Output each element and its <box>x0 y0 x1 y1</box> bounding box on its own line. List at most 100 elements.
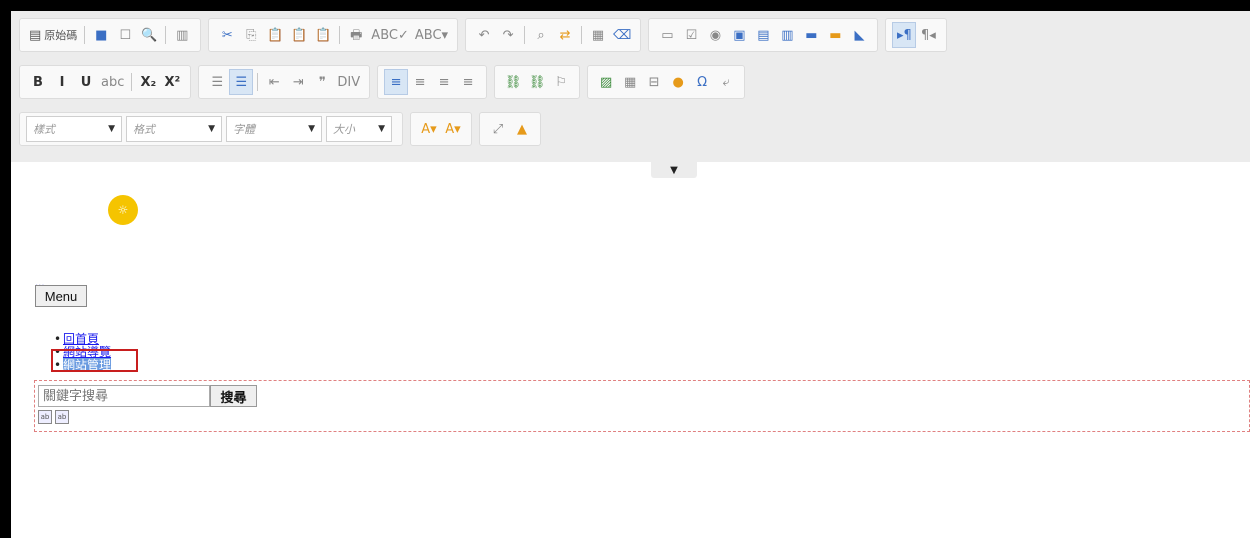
scayt-icon[interactable]: ABC▾ <box>412 22 451 48</box>
hidden-field-icon[interactable]: ◣ <box>847 22 871 48</box>
checkbox-icon[interactable]: ☑ <box>679 22 703 48</box>
text-color-icon[interactable]: A▾ <box>417 116 441 142</box>
styles-combo-label: 樣式 <box>33 123 55 136</box>
indent-icon[interactable]: ⇥ <box>286 69 310 95</box>
radio-icon[interactable]: ◉ <box>703 22 727 48</box>
strike-button[interactable]: abc <box>98 69 127 95</box>
link-icon[interactable]: ⛓ <box>501 69 525 95</box>
bold-button[interactable]: B <box>26 69 50 95</box>
toolbar-group: 樣式 ▼ 格式 ▼ 字體 ▼ 大小 ▼ <box>19 112 403 146</box>
rtl-icon[interactable]: ¶◂ <box>916 22 940 48</box>
outdent-icon[interactable]: ⇤ <box>262 69 286 95</box>
paste-word-icon[interactable]: 📋 <box>311 22 335 48</box>
select-icon[interactable]: ▥ <box>775 22 799 48</box>
new-page-icon[interactable]: ☐ <box>113 22 137 48</box>
toolbar-separator <box>524 26 526 44</box>
justify-icon[interactable]: ≡ <box>456 69 480 95</box>
copy-icon[interactable]: ⎘ <box>239 22 263 48</box>
new-page-glyph-icon: ☐ <box>119 27 132 43</box>
maximize-glyph-icon: ⤢ <box>492 121 504 137</box>
textfield-icon[interactable]: ▣ <box>727 22 751 48</box>
toolbar-group: ⛓ ⛓ ⚐ <box>494 65 581 99</box>
select-glyph-icon: ▥ <box>781 27 794 43</box>
spellcheck-icon[interactable]: ABC✓ <box>368 22 412 48</box>
align-left-icon[interactable]: ≡ <box>384 69 409 95</box>
subscript-button[interactable]: X₂ <box>136 69 160 95</box>
blockquote-icon[interactable]: ❞ <box>310 69 334 95</box>
font-combo[interactable]: 字體 ▼ <box>226 116 322 142</box>
search-input[interactable] <box>38 385 210 407</box>
preview-glyph-icon: 🔍 <box>141 27 158 43</box>
image-icon[interactable]: ▨ <box>594 69 618 95</box>
underline-button[interactable]: U <box>74 69 98 95</box>
align-right-icon[interactable]: ≡ <box>432 69 456 95</box>
hidden-field-glyph-icon: ◣ <box>854 27 865 43</box>
table-glyph-icon: ▦ <box>623 74 637 90</box>
paste-text-glyph-icon: 📋 <box>291 27 308 43</box>
templates-icon[interactable]: ▥ <box>170 22 194 48</box>
unlink-icon[interactable]: ⛓ <box>525 69 549 95</box>
form-icon[interactable]: ▭ <box>655 22 679 48</box>
subscript-glyph-icon: X₂ <box>140 74 157 90</box>
format-combo[interactable]: 格式 ▼ <box>126 116 222 142</box>
paste-text-icon[interactable]: 📋 <box>287 22 311 48</box>
editor-content[interactable]: ☼ ... Menu 回首頁 網站導覽 網站管理 搜尋 ab ab <box>11 162 1250 538</box>
nav-link-sitemap[interactable]: 網站導覽 <box>63 345 111 359</box>
italic-button[interactable]: I <box>50 69 74 95</box>
underline-glyph-icon: U <box>80 74 92 90</box>
find-icon[interactable]: ⌕ <box>529 22 553 48</box>
menu-button[interactable]: Menu <box>35 285 87 307</box>
align-center-icon[interactable]: ≡ <box>408 69 432 95</box>
page-break-glyph-icon: ⤶ <box>722 74 730 90</box>
form-field-icon[interactable]: ab <box>38 410 52 424</box>
textarea-icon[interactable]: ▤ <box>751 22 775 48</box>
replace-icon[interactable]: ⇄ <box>553 22 577 48</box>
remove-format-icon[interactable]: ⌫ <box>610 22 634 48</box>
special-char-icon[interactable]: Ω <box>690 69 714 95</box>
indent-glyph-icon: ⇥ <box>292 74 304 90</box>
table-icon[interactable]: ▦ <box>618 69 642 95</box>
smiley-icon[interactable]: ● <box>666 69 690 95</box>
toolbar-separator <box>257 73 259 91</box>
ltr-glyph-icon: ▸¶ <box>897 27 912 43</box>
link-glyph-icon: ⛓ <box>504 74 522 90</box>
maximize-icon[interactable]: ⤢ <box>486 116 510 142</box>
bulleted-list-icon[interactable]: ☰ <box>229 69 254 95</box>
scayt-glyph-icon: ABC▾ <box>414 27 449 43</box>
select-all-icon[interactable]: ▦ <box>586 22 610 48</box>
anchor-icon[interactable]: ⚐ <box>549 69 573 95</box>
preview-icon[interactable]: 🔍 <box>137 22 161 48</box>
styles-combo[interactable]: 樣式 ▼ <box>26 116 122 142</box>
print-icon[interactable]: 🖶 <box>344 22 368 48</box>
save-glyph-icon: ■ <box>95 27 108 43</box>
cut-icon[interactable]: ✂ <box>215 22 239 48</box>
toolbar-group: ↶ ↷ ⌕ ⇄ ▦ ⌫ <box>465 18 642 52</box>
image-button-icon[interactable]: ▬ <box>823 22 847 48</box>
horizontal-rule-icon[interactable]: ⊟ <box>642 69 666 95</box>
redo-icon[interactable]: ↷ <box>496 22 520 48</box>
source-button[interactable]: ▤ 原始碼 <box>26 22 80 48</box>
page-break-icon[interactable]: ⤶ <box>714 69 738 95</box>
select-all-glyph-icon: ▦ <box>591 27 605 43</box>
smiley-glyph-icon: ● <box>672 74 684 90</box>
button-icon[interactable]: ▬ <box>799 22 823 48</box>
align-center-glyph-icon: ≡ <box>414 74 426 90</box>
superscript-button[interactable]: X² <box>160 69 184 95</box>
nav-link-admin[interactable]: 網站管理 <box>63 358 112 372</box>
search-button[interactable]: 搜尋 <box>210 385 257 407</box>
form-field-icon[interactable]: ab <box>55 410 69 424</box>
size-combo[interactable]: 大小 ▼ <box>326 116 392 142</box>
bold-glyph-icon: B <box>33 74 43 90</box>
source-button-label: 原始碼 <box>44 29 78 42</box>
numbered-list-icon[interactable]: ☰ <box>205 69 229 95</box>
nav-link-home[interactable]: 回首頁 <box>63 332 99 346</box>
paste-icon[interactable]: 📋 <box>263 22 287 48</box>
bulleted-list-glyph-icon: ☰ <box>235 74 248 90</box>
undo-icon[interactable]: ↶ <box>472 22 496 48</box>
ltr-icon[interactable]: ▸¶ <box>892 22 917 48</box>
div-icon[interactable]: DIV <box>334 69 363 95</box>
bg-color-icon[interactable]: A▾ <box>441 116 465 142</box>
spellcheck-glyph-icon: ABC✓ <box>371 27 409 43</box>
save-icon[interactable]: ■ <box>89 22 113 48</box>
show-blocks-icon[interactable]: ▲ <box>510 116 534 142</box>
